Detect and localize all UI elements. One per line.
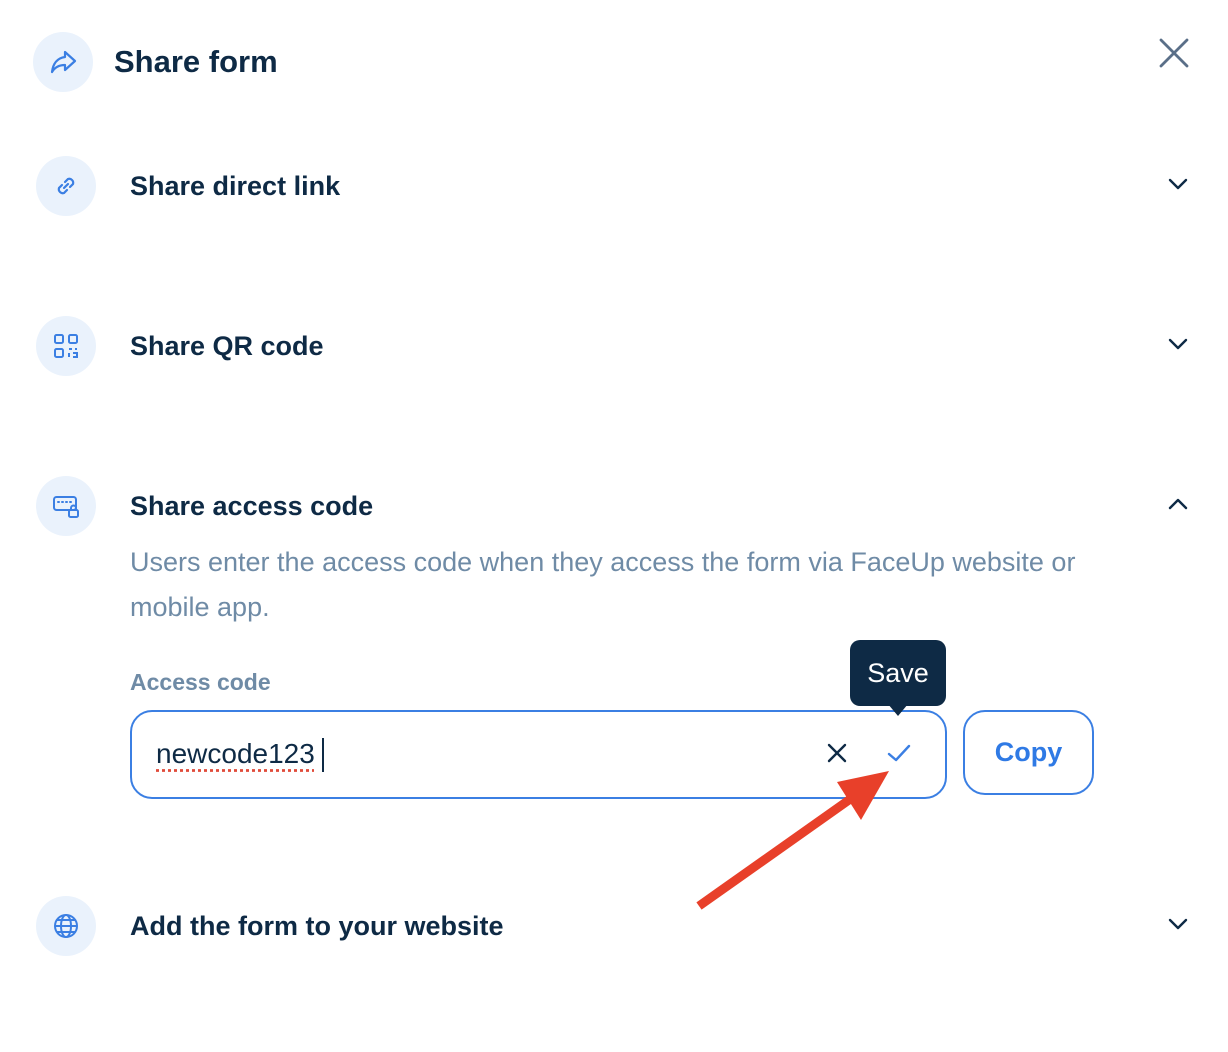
access-code-input-value[interactable]: newcode123 [156, 734, 315, 774]
close-icon [826, 742, 848, 769]
expand-direct-link-button[interactable] [1162, 170, 1194, 202]
check-icon [886, 742, 912, 769]
copy-button[interactable]: Copy [963, 710, 1094, 795]
access-code-input[interactable]: newcode123 [130, 710, 947, 799]
section-icon-circle [36, 156, 96, 216]
close-button[interactable] [1154, 35, 1194, 75]
page-title: Share form [114, 44, 278, 79]
section-title-qr-code[interactable]: Share QR code [130, 328, 324, 364]
chevron-down-icon [1167, 177, 1189, 196]
save-code-button[interactable] [882, 738, 916, 772]
keyboard-lock-icon [51, 491, 81, 521]
section-title-access-code[interactable]: Share access code [130, 488, 373, 524]
access-code-label: Access code [130, 669, 271, 695]
chevron-up-icon [1167, 497, 1189, 516]
section-icon-circle [36, 316, 96, 376]
tooltip-pointer [888, 704, 908, 716]
globe-icon [51, 911, 81, 941]
share-arrow-icon [47, 46, 79, 78]
collapse-access-code-button[interactable] [1162, 490, 1194, 522]
section-title-direct-link[interactable]: Share direct link [130, 168, 340, 204]
save-tooltip: Save [850, 640, 946, 706]
close-icon [1158, 37, 1190, 74]
text-caret [322, 738, 324, 772]
section-title-website[interactable]: Add the form to your website [130, 908, 504, 944]
annotation-arrow [696, 771, 889, 910]
section-icon-circle [36, 476, 96, 536]
access-code-description: Users enter the access code when they ac… [130, 547, 1076, 622]
section-icon-circle [36, 896, 96, 956]
link-icon [51, 171, 81, 201]
clear-input-button[interactable] [820, 738, 854, 772]
header-icon-circle [33, 32, 93, 92]
qr-code-icon [52, 332, 80, 360]
expand-qr-code-button[interactable] [1162, 330, 1194, 362]
chevron-down-icon [1167, 337, 1189, 356]
expand-website-button[interactable] [1162, 910, 1194, 942]
chevron-down-icon [1167, 917, 1189, 936]
